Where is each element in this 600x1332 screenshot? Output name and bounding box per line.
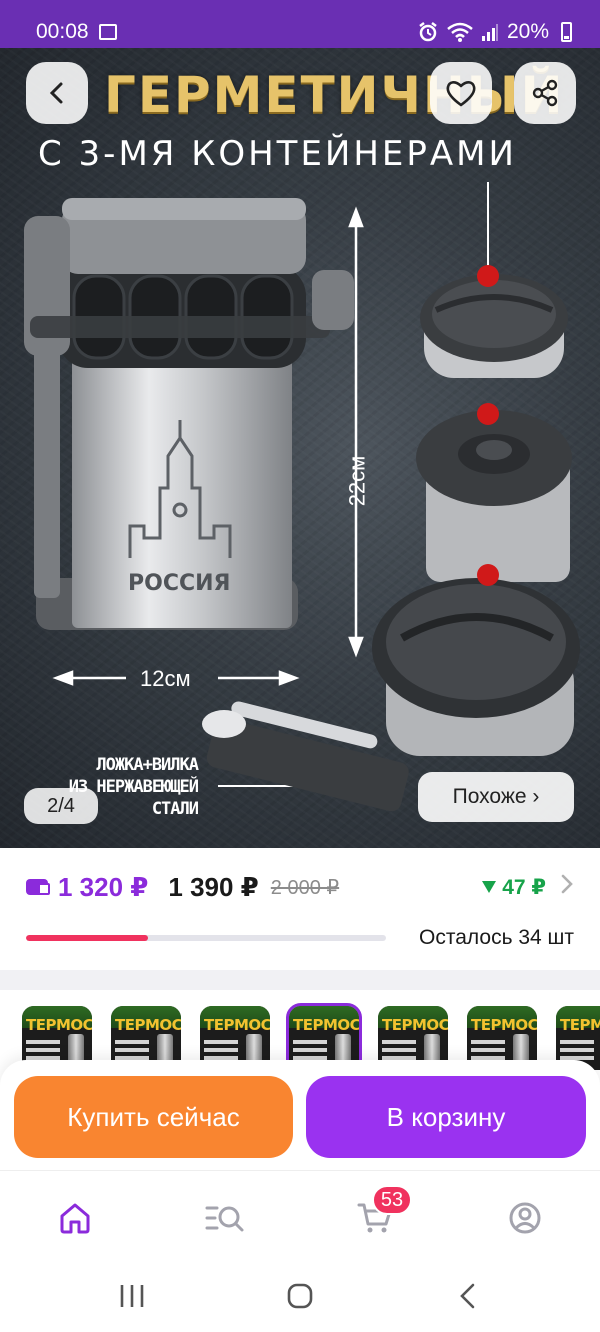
home-system-button[interactable] <box>280 1280 320 1312</box>
thumbnail-text-lines <box>560 1040 594 1044</box>
thumbnail-title: ТЕРМОС <box>204 1016 270 1034</box>
triangle-down-icon <box>482 881 497 893</box>
heart-icon <box>446 81 476 107</box>
price-section: 1 320 ₽ 1 390 ₽ 2 000 ₽ 47 ₽ Осталось 34… <box>0 848 600 970</box>
buy-now-button[interactable]: Купить сейчас <box>14 1076 293 1158</box>
image-headline: ГЕРМЕТИЧНЫЙ <box>104 66 565 124</box>
image-page-indicator: 2/4 <box>24 788 98 824</box>
system-navigation-bar <box>0 1260 600 1332</box>
add-to-cart-button[interactable]: В корзину <box>306 1076 586 1158</box>
catalog-search-icon <box>205 1206 244 1232</box>
thumbnail-strip[interactable]: ТЕРМОС ТЕРМОС ТЕРМОС ТЕРМОС ТЕРМОС ТЕРМОС ТЕРМ… <box>0 990 600 1070</box>
image-notification-icon <box>98 24 117 40</box>
section-divider <box>0 970 600 990</box>
old-price: 2 000 ₽ <box>270 876 340 899</box>
container-medium <box>416 410 572 582</box>
stock-progress-bar <box>26 935 386 941</box>
thumbnail-title: ТЕРМОС <box>115 1016 181 1034</box>
chevron-left-icon <box>49 82 63 104</box>
wifi-icon <box>447 22 473 42</box>
nav-profile[interactable] <box>500 1193 550 1243</box>
recent-apps-button[interactable] <box>112 1280 152 1312</box>
product-image-gallery[interactable]: РОССИЯ ГЕРМЕТИЧНЫЙ С 3-МЯ КОНТЕЙНЕРАМИ 2… <box>0 48 600 848</box>
recent-apps-icon <box>120 1285 144 1307</box>
thumbnail-text-lines <box>204 1040 238 1044</box>
favorite-button[interactable] <box>430 62 492 124</box>
thumbnail-text-lines <box>382 1040 416 1044</box>
caption-line: ЛОЖКА+ВИЛКА <box>96 755 199 775</box>
battery-icon <box>561 22 572 42</box>
wallet-icon <box>26 879 50 895</box>
thumbnail-text-lines <box>293 1040 327 1044</box>
thumbnail-title: ТЕРМОС <box>293 1016 359 1034</box>
stock-row: Осталось 34 шт <box>26 922 574 954</box>
thumbnail-text-lines <box>471 1040 505 1044</box>
back-button[interactable] <box>26 62 88 124</box>
alarm-icon <box>419 22 437 42</box>
price-row[interactable]: 1 320 ₽ 1 390 ₽ 2 000 ₽ 47 ₽ <box>26 872 574 902</box>
image-subheadline: С 3-МЯ КОНТЕЙНЕРАМИ <box>38 134 517 174</box>
back-system-button[interactable] <box>448 1280 488 1312</box>
wallet-price: 1 320 ₽ <box>58 871 149 902</box>
home-icon <box>60 1203 90 1234</box>
back-chevron-icon <box>460 1283 475 1309</box>
purchase-actions: Купить сейчас В корзину <box>0 1060 600 1170</box>
price-change-value: 47 ₽ <box>502 875 546 899</box>
share-icon <box>532 79 558 107</box>
similar-button[interactable]: Похоже › <box>418 772 574 822</box>
signal-icon <box>481 24 498 41</box>
bottom-navigation: 53 <box>0 1170 600 1260</box>
stock-remaining: Осталось 34 шт <box>419 926 574 949</box>
thumbnail-text-lines <box>26 1040 60 1044</box>
stock-progress-fill <box>26 935 149 941</box>
share-button[interactable] <box>514 62 576 124</box>
profile-icon <box>509 1202 541 1234</box>
thumbnail-text-lines <box>115 1040 149 1044</box>
status-time: 00:08 <box>36 20 89 43</box>
thermos <box>24 198 354 630</box>
cart-count-badge: 53 <box>372 1185 412 1215</box>
nav-home[interactable] <box>50 1193 100 1243</box>
thermos-print: РОССИЯ <box>128 571 230 596</box>
thumbnail-title: ТЕРМОС <box>471 1016 537 1034</box>
cutlery-set <box>202 701 409 812</box>
price-change: 47 ₽ <box>482 875 546 900</box>
container-large <box>372 578 580 756</box>
thumbnail-title: ТЕРМОС <box>26 1016 92 1034</box>
thumbnail-title: ТЕРМОС <box>382 1016 448 1034</box>
thumbnail-title: ТЕРМОС <box>560 1016 600 1034</box>
container-small <box>420 274 568 378</box>
width-label: 12см <box>140 666 191 691</box>
nav-catalog[interactable] <box>200 1193 250 1243</box>
current-price: 1 390 ₽ <box>168 871 259 902</box>
chevron-right-icon[interactable] <box>560 873 574 902</box>
home-circle-icon <box>287 1283 313 1309</box>
height-label: 22см <box>344 455 370 507</box>
battery-percent: 20% <box>506 20 549 43</box>
status-icons: 20% <box>417 20 572 44</box>
